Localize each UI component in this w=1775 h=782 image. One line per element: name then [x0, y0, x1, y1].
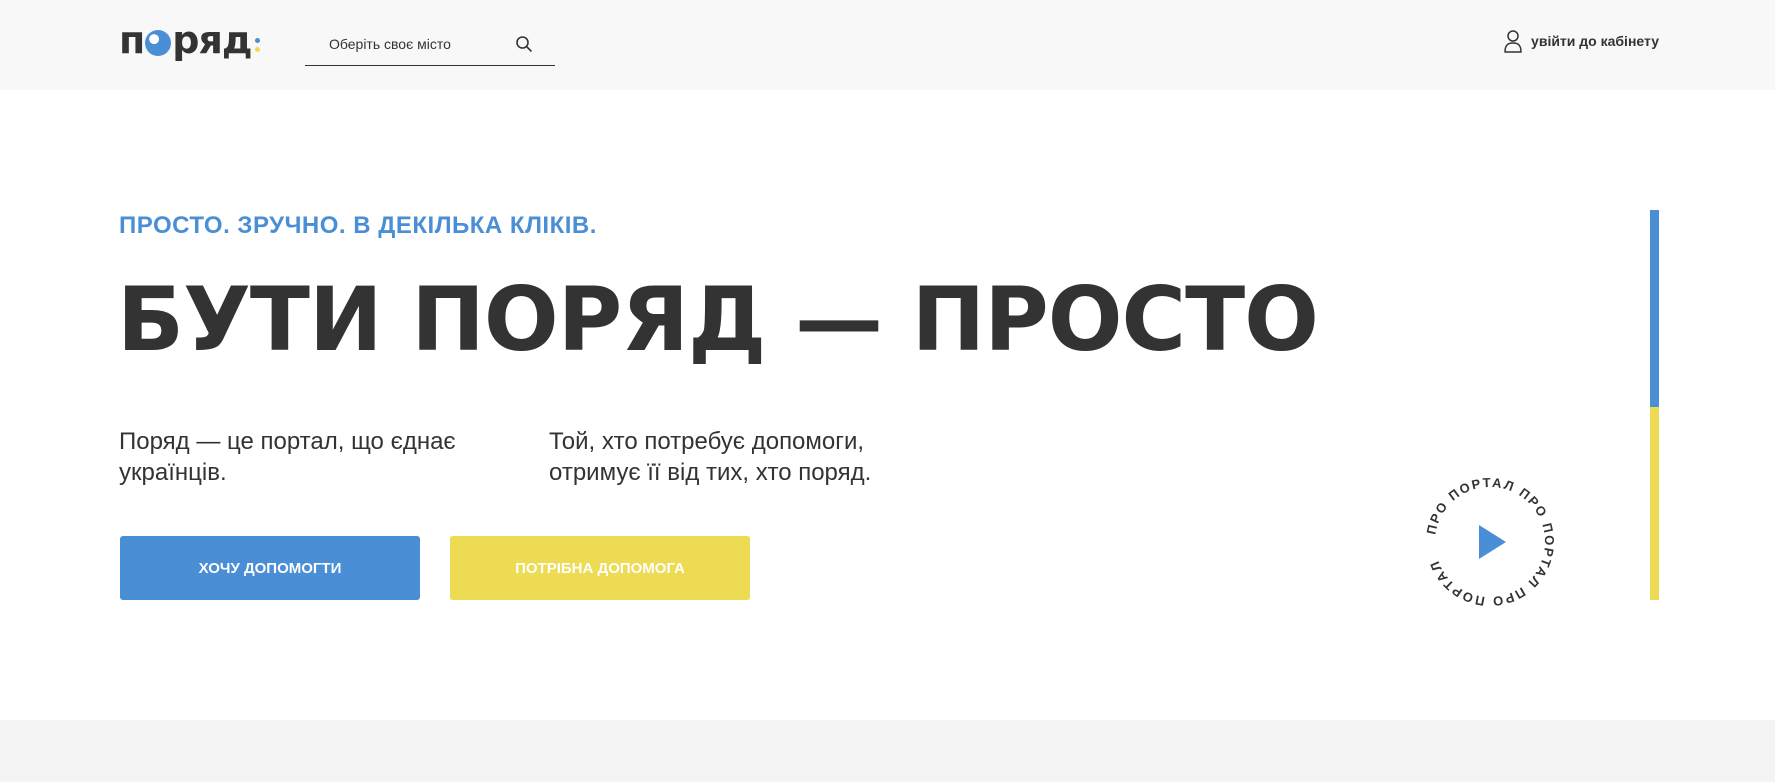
- hero-description-left: Поряд — це портал, що єднає українців.: [119, 428, 456, 486]
- logo-letters: ряд: [172, 18, 252, 62]
- hero-description-right: Той, хто потребує допомоги, отримує її в…: [549, 428, 872, 486]
- hero-tagline: ПРОСТО. ЗРУЧНО. В ДЕКІЛЬКА КЛІКІВ.: [119, 212, 597, 239]
- top-bar: п ряд увійти до кабінету: [0, 0, 1775, 90]
- hero-headline: БУТИ ПОРЯД — ПРОСТО: [117, 268, 1319, 371]
- search-icon[interactable]: [515, 35, 533, 53]
- flag-bar-yellow: [1650, 407, 1659, 600]
- logo[interactable]: п ряд: [119, 18, 260, 62]
- about-portal-circle: ПРО ПОРТАЛ ПРО ПОРТАЛ ПРО ПОРТАЛ: [1423, 475, 1555, 609]
- flag-bar-blue: [1650, 210, 1659, 407]
- want-to-help-button[interactable]: ХОЧУ ДОПОМОГТИ: [120, 536, 420, 600]
- login-link[interactable]: увійти до кабінету: [1503, 28, 1659, 54]
- city-search: [305, 24, 555, 66]
- logo-dot-yellow: [254, 47, 260, 52]
- logo-dot-blue: [254, 38, 260, 43]
- logo-dots: [254, 38, 260, 52]
- need-help-button[interactable]: ПОТРІБНА ДОПОМОГА: [450, 536, 750, 600]
- city-search-input[interactable]: [305, 24, 515, 64]
- login-label: увійти до кабінету: [1531, 33, 1659, 49]
- flag-vertical-bar: [1650, 210, 1659, 600]
- logo-globe-icon: [145, 30, 172, 56]
- footer-band: [0, 720, 1775, 782]
- user-icon: [1504, 30, 1522, 53]
- logo-letter-p: п: [119, 18, 145, 62]
- about-portal-video-button[interactable]: ПРО ПОРТАЛ ПРО ПОРТАЛ ПРО ПОРТАЛ: [1420, 472, 1560, 612]
- play-icon: [1479, 525, 1506, 559]
